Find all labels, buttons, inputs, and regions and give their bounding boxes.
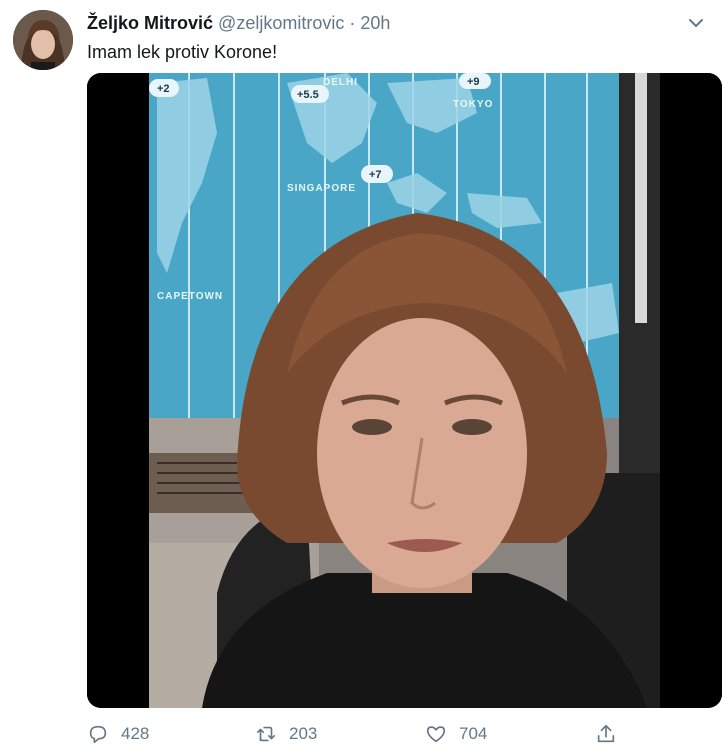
tweet-header: Željko Mitrović @zeljkomitrovic · 20h bbox=[87, 12, 390, 34]
like-count: 704 bbox=[459, 724, 488, 743]
tweet-actions: 428 203 704 bbox=[87, 718, 707, 750]
tweet-video[interactable]: +2 +5.5 +7 +9 DELHI TOKYO SINGAPORE CAPE… bbox=[87, 73, 722, 708]
share-icon bbox=[597, 724, 615, 743]
display-name[interactable]: Željko Mitrović bbox=[87, 13, 213, 33]
reply-icon bbox=[89, 725, 107, 744]
retweet-icon bbox=[256, 726, 276, 742]
like-icon bbox=[426, 726, 446, 743]
reply-count: 428 bbox=[121, 724, 150, 743]
user-handle[interactable]: @zeljkomitrovic bbox=[218, 13, 344, 33]
map-label-singapore: SINGAPORE bbox=[287, 183, 356, 194]
retweet-button[interactable]: 203 bbox=[255, 718, 317, 750]
tz-label-plus55: +5.5 bbox=[297, 89, 319, 101]
retweet-count: 203 bbox=[289, 724, 318, 743]
tweet-text: Imam lek protiv Korone! bbox=[87, 42, 278, 62]
map-label-capetown: CAPETOWN bbox=[157, 291, 223, 302]
separator: · bbox=[349, 13, 356, 33]
tz-label-plus7: +7 bbox=[369, 169, 382, 181]
tweet: Željko Mitrović @zeljkomitrovic · 20h Im… bbox=[0, 0, 725, 754]
share-button[interactable] bbox=[595, 718, 617, 750]
reply-button[interactable]: 428 bbox=[87, 718, 149, 750]
map-label-delhi: DELHI bbox=[323, 77, 358, 88]
tz-label-plus9: +9 bbox=[467, 76, 480, 88]
map-label-tokyo: TOKYO bbox=[453, 99, 493, 110]
chevron-down-icon[interactable] bbox=[687, 14, 705, 32]
timestamp[interactable]: 20h bbox=[360, 13, 390, 33]
tz-label-plus2: +2 bbox=[157, 83, 170, 95]
avatar[interactable] bbox=[13, 10, 73, 70]
like-button[interactable]: 704 bbox=[425, 718, 487, 750]
